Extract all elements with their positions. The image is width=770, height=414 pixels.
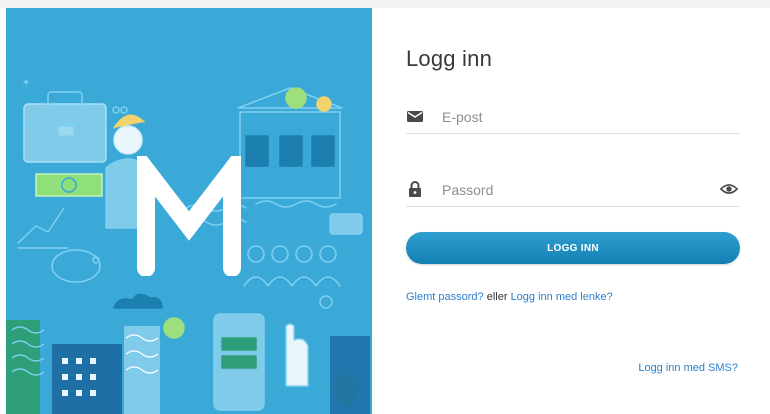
sms-login-link[interactable]: Logg inn med SMS?	[638, 362, 738, 374]
login-button[interactable]: LOGG INN	[406, 232, 740, 264]
email-input[interactable]	[442, 105, 712, 129]
logo-m-icon	[137, 156, 241, 276]
eye-icon[interactable]	[720, 182, 738, 196]
top-strip	[0, 0, 770, 8]
help-links: Glemt passord? eller Logg inn med lenke?	[406, 291, 613, 303]
envelope-icon	[407, 111, 423, 122]
lock-icon	[409, 181, 421, 197]
magic-link-login-link[interactable]: Logg inn med lenke?	[511, 291, 613, 303]
email-field	[406, 103, 740, 134]
password-field	[406, 176, 740, 207]
login-panel: Logg inn LOGG INN Glemt passord? eller L…	[372, 8, 770, 414]
password-input[interactable]	[442, 178, 712, 202]
page-title: Logg inn	[406, 46, 493, 71]
hero-illustration	[6, 8, 372, 414]
forgot-password-link[interactable]: Glemt passord?	[406, 291, 484, 303]
or-text: eller	[483, 291, 511, 303]
